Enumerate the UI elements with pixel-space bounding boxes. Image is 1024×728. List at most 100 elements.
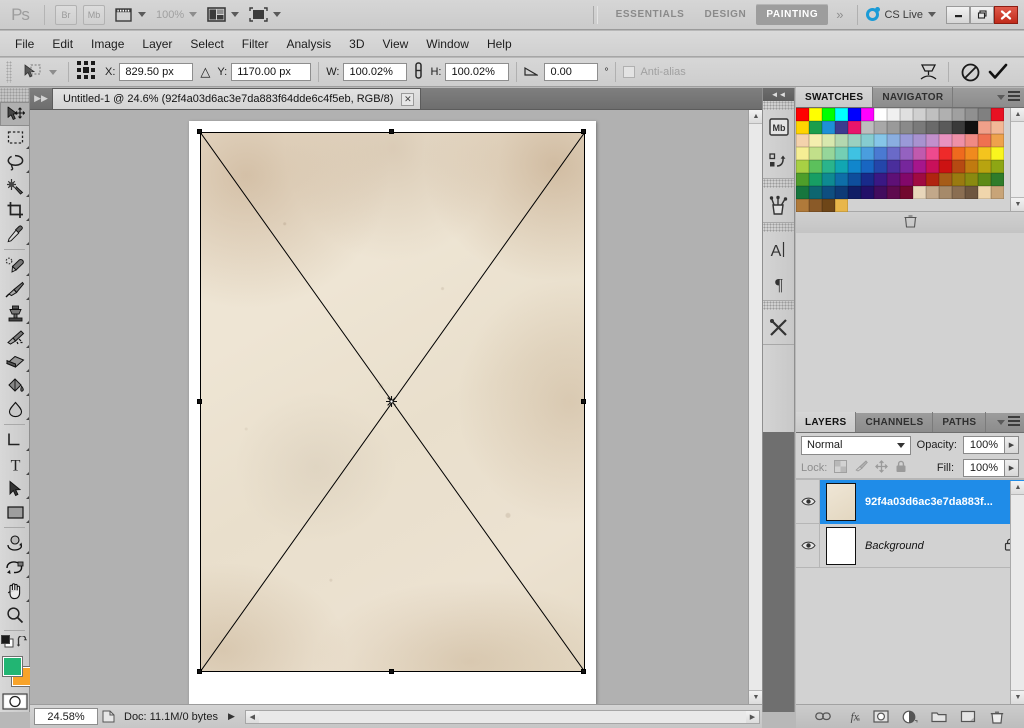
canvas-vertical-scrollbar[interactable]: ▲ ▼ bbox=[748, 110, 762, 704]
swatch-60[interactable] bbox=[952, 147, 965, 160]
menu-3d[interactable]: 3D bbox=[340, 33, 373, 55]
swatch-77[interactable] bbox=[965, 160, 978, 173]
swatch-86[interactable] bbox=[874, 173, 887, 186]
swatch-95[interactable] bbox=[991, 173, 1004, 186]
transform-handle-bottom-center[interactable] bbox=[389, 669, 394, 674]
tool-zoom[interactable] bbox=[0, 603, 30, 627]
swatch-85[interactable] bbox=[861, 173, 874, 186]
lock-position-button[interactable] bbox=[875, 459, 889, 476]
y-position-input[interactable]: 1170.00 px bbox=[231, 63, 312, 81]
layer-visibility-toggle[interactable] bbox=[798, 523, 820, 568]
swatch-91[interactable] bbox=[939, 173, 952, 186]
mini-bridge-panel-button[interactable]: Mb bbox=[763, 110, 794, 144]
dock-group-grip[interactable] bbox=[763, 101, 794, 110]
swatch-39[interactable] bbox=[887, 134, 900, 147]
tool-path-selection[interactable] bbox=[0, 476, 30, 500]
swatch-54[interactable] bbox=[874, 147, 887, 160]
reference-point-selector[interactable] bbox=[76, 60, 97, 84]
anti-alias-checkbox[interactable]: Anti-alias bbox=[623, 66, 686, 78]
swatch-104[interactable] bbox=[900, 186, 913, 199]
swatch-69[interactable] bbox=[861, 160, 874, 173]
tool-horizontal-type[interactable]: T bbox=[0, 452, 30, 476]
swatch-6[interactable] bbox=[874, 108, 887, 121]
swatch-71[interactable] bbox=[887, 160, 900, 173]
swatch-57[interactable] bbox=[913, 147, 926, 160]
status-bar-menu-button[interactable]: ▶ bbox=[228, 711, 235, 722]
layer-thumbnail[interactable] bbox=[826, 526, 856, 565]
scroll-up-button[interactable]: ▲ bbox=[1011, 481, 1024, 495]
swatch-17[interactable] bbox=[809, 121, 822, 134]
add-layer-mask-button[interactable] bbox=[873, 709, 889, 725]
view-extras-control[interactable] bbox=[115, 7, 146, 23]
tool-brush[interactable] bbox=[0, 277, 30, 301]
transform-pivot-point-icon[interactable] bbox=[386, 396, 397, 407]
tab-swatches[interactable]: SWATCHES bbox=[796, 87, 874, 107]
swatch-62[interactable] bbox=[978, 147, 991, 160]
tool-eyedropper[interactable] bbox=[0, 222, 30, 246]
swatch-68[interactable] bbox=[848, 160, 861, 173]
swatch-64[interactable] bbox=[796, 160, 809, 173]
history-panel-button[interactable] bbox=[763, 144, 794, 178]
lock-image-pixels-button[interactable] bbox=[854, 459, 869, 476]
swatch-31[interactable] bbox=[991, 121, 1004, 134]
swatch-78[interactable] bbox=[978, 160, 991, 173]
swatch-34[interactable] bbox=[822, 134, 835, 147]
swatch-33[interactable] bbox=[809, 134, 822, 147]
blend-mode-select[interactable]: Normal bbox=[801, 435, 911, 455]
scroll-left-button[interactable]: ◀ bbox=[245, 710, 259, 723]
minimize-button[interactable] bbox=[946, 5, 970, 24]
swatch-114[interactable] bbox=[822, 199, 835, 212]
lock-transparent-pixels-button[interactable] bbox=[834, 459, 848, 476]
tool-crop[interactable] bbox=[0, 198, 30, 222]
swatch-9[interactable] bbox=[913, 108, 926, 121]
tool-eraser[interactable] bbox=[0, 349, 30, 373]
swatch-55[interactable] bbox=[887, 147, 900, 160]
fill-slider-button[interactable]: ▶ bbox=[1005, 458, 1019, 477]
swatch-35[interactable] bbox=[835, 134, 848, 147]
maintain-aspect-ratio-button[interactable] bbox=[413, 62, 424, 82]
swatch-58[interactable] bbox=[926, 147, 939, 160]
swatch-112[interactable] bbox=[796, 199, 809, 212]
layers-panel-menu-button[interactable] bbox=[992, 416, 1020, 428]
menu-help[interactable]: Help bbox=[478, 33, 521, 55]
swatch-27[interactable] bbox=[939, 121, 952, 134]
menu-filter[interactable]: Filter bbox=[233, 33, 278, 55]
tool-hand[interactable] bbox=[0, 579, 30, 603]
swatch-19[interactable] bbox=[835, 121, 848, 134]
swatch-75[interactable] bbox=[939, 160, 952, 173]
launch-mini-bridge-button[interactable]: Mb bbox=[83, 4, 105, 25]
swatch-88[interactable] bbox=[900, 173, 913, 186]
tool-rectangle-shape[interactable] bbox=[0, 500, 30, 524]
tab-paths[interactable]: PATHS bbox=[933, 412, 987, 432]
swatch-79[interactable] bbox=[991, 160, 1004, 173]
transform-handle-bottom-left[interactable] bbox=[197, 669, 202, 674]
transform-handle-top-right[interactable] bbox=[581, 129, 586, 134]
scroll-down-button[interactable]: ▼ bbox=[749, 690, 762, 704]
swatch-1[interactable] bbox=[809, 108, 822, 121]
aged-paper-image[interactable] bbox=[197, 129, 586, 674]
swatch-113[interactable] bbox=[809, 199, 822, 212]
transform-handle-middle-left[interactable] bbox=[197, 399, 202, 404]
swatch-22[interactable] bbox=[874, 121, 887, 134]
swatch-46[interactable] bbox=[978, 134, 991, 147]
layer-row-image[interactable]: 92f4a03d6ac3e7da883f... bbox=[796, 479, 1024, 524]
new-adjustment-layer-button[interactable] bbox=[902, 709, 918, 725]
tool-rectangular-marquee[interactable] bbox=[0, 126, 30, 150]
tool-move[interactable] bbox=[0, 102, 30, 126]
tool-clone-stamp[interactable] bbox=[0, 301, 30, 325]
restore-button[interactable] bbox=[970, 5, 994, 24]
swatch-7[interactable] bbox=[887, 108, 900, 121]
tool-preset-picker[interactable] bbox=[16, 62, 61, 82]
launch-bridge-button[interactable]: Br bbox=[55, 4, 77, 25]
opacity-slider-button[interactable]: ▶ bbox=[1005, 436, 1019, 454]
swatch-94[interactable] bbox=[978, 173, 991, 186]
swatch-47[interactable] bbox=[991, 134, 1004, 147]
swatch-73[interactable] bbox=[913, 160, 926, 173]
document-tab-close-button[interactable]: ✕ bbox=[401, 92, 415, 106]
swatch-106[interactable] bbox=[926, 186, 939, 199]
swatch-23[interactable] bbox=[887, 121, 900, 134]
swatch-16[interactable] bbox=[796, 121, 809, 134]
swatch-100[interactable] bbox=[848, 186, 861, 199]
swatch-115[interactable] bbox=[835, 199, 848, 212]
swatch-65[interactable] bbox=[809, 160, 822, 173]
